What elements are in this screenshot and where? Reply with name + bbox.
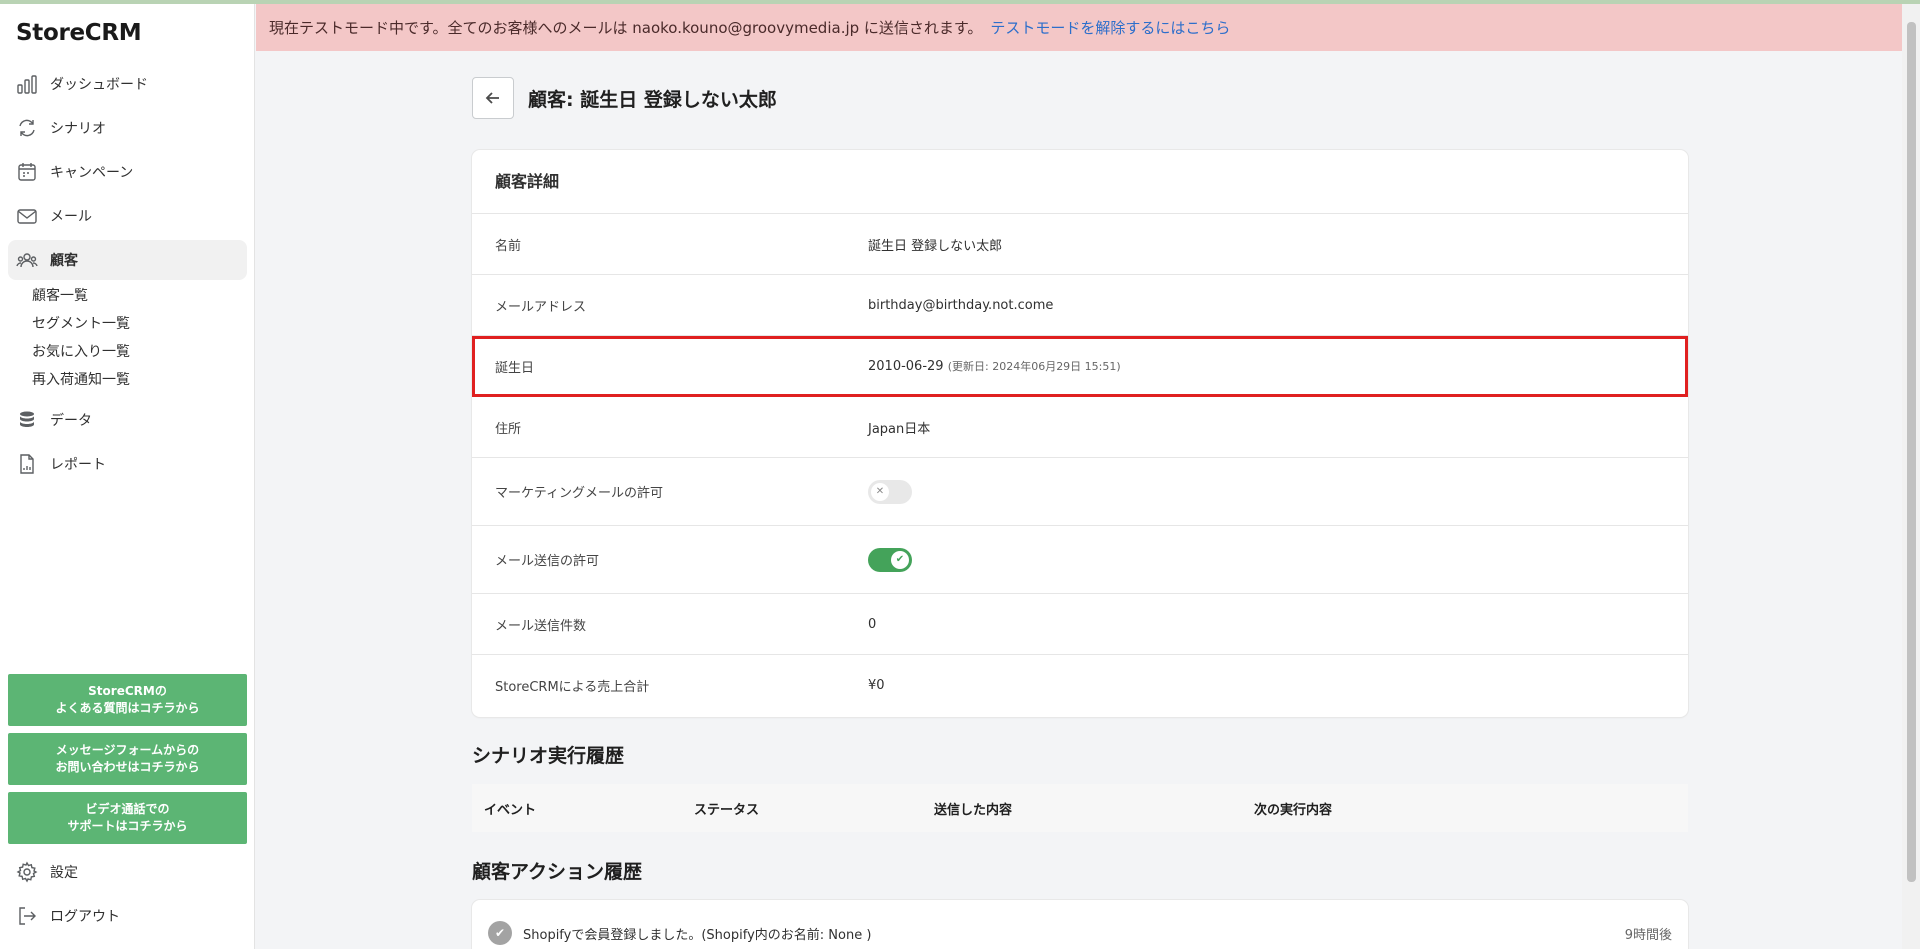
refresh-icon [19, 119, 35, 137]
card-title: 顧客詳細 [472, 150, 1688, 214]
support-buttons: StoreCRMの よくある質問はコチラから メッセージフォームからの お問い合… [8, 674, 247, 851]
action-time: 9時間後 [1624, 927, 1672, 943]
detail-label: 住所 [495, 421, 522, 437]
sidebar-item-label: ダッシュボード [50, 77, 148, 93]
sidebar-item-customers[interactable]: 顧客 [8, 240, 247, 280]
sidebar-item-label: 顧客 [50, 253, 78, 269]
sidebar-item-settings[interactable]: 設定 [8, 852, 247, 892]
detail-value: 誕生日 登録しない太郎 [868, 238, 1003, 254]
detail-value: 0 [868, 616, 877, 632]
detail-label: メールアドレス [495, 299, 587, 315]
sidebar-subitem-restock-list[interactable]: 再入荷通知一覧 [32, 366, 247, 394]
scenario-history-table-header: イベント ステータス 送信した内容 次の実行内容 [472, 784, 1688, 832]
faq-button[interactable]: StoreCRMの よくある質問はコチラから [8, 674, 247, 726]
sidebar-item-campaign[interactable]: キャンペーン [8, 152, 247, 192]
detail-label: メール送信件数 [495, 618, 587, 634]
action-history-title: 顧客アクション履歴 [472, 861, 643, 883]
check-circle-icon: ✔ [488, 921, 512, 945]
logout-icon [19, 907, 36, 925]
detail-label: マーケティングメールの許可 [495, 486, 663, 501]
detail-row-mail-consent: メール送信の許可 ✔ [472, 526, 1688, 594]
x-icon: ✕ [871, 482, 889, 501]
scrollbar-thumb[interactable] [1907, 22, 1916, 882]
test-mode-banner: 現在テストモード中です。全てのお客様へのメールは naoko.kouno@gro… [256, 4, 1902, 51]
detail-row-address: 住所 Japan日本 [472, 397, 1688, 458]
sidebar-item-mail[interactable]: メール [8, 196, 247, 236]
column-header-next-action: 次の実行内容 [1254, 802, 1333, 818]
detail-row-name: 名前 誕生日 登録しない太郎 [472, 214, 1688, 275]
sidebar-item-scenario[interactable]: シナリオ [8, 108, 247, 148]
detail-row-marketing-consent: マーケティングメールの許可 ✕ [472, 458, 1688, 526]
video-support-button[interactable]: ビデオ通話での サポートはコチラから [8, 792, 247, 844]
column-header-sent-content: 送信した内容 [934, 802, 1013, 818]
bottom-nav: 設定 ログアウト [8, 852, 247, 940]
contact-form-button[interactable]: メッセージフォームからの お問い合わせはコチラから [8, 733, 247, 785]
detail-row-sales-total: StoreCRMによる売上合計 ¥0 [472, 655, 1688, 716]
sidebar-item-label: キャンペーン [50, 165, 134, 181]
detail-label: メール送信の許可 [495, 554, 600, 569]
sidebar-item-label: レポート [50, 457, 106, 473]
mail-icon [17, 209, 37, 224]
birthday-updated-note: (更新日: 2024年06月29日 15:51) [947, 360, 1121, 373]
sidebar-item-dashboard[interactable]: ダッシュボード [8, 64, 247, 104]
detail-value: Japan日本 [868, 421, 931, 437]
sidebar-item-data[interactable]: データ [8, 400, 247, 440]
sidebar-item-label: メール [50, 209, 92, 225]
column-header-status: ステータス [694, 802, 760, 818]
sidebar-subitem-customer-list[interactable]: 顧客一覧 [32, 282, 247, 310]
sidebar-item-label: シナリオ [50, 121, 106, 137]
detail-row-email: メールアドレス birthday@birthday.not.come [472, 275, 1688, 336]
action-history-card: ✔ Shopifyで会員登録しました。(Shopify内のお名前: None )… [472, 900, 1688, 949]
detail-value-birthday: 2010-06-29 (更新日: 2024年06月29日 15:51) [868, 358, 1121, 374]
marketing-consent-toggle[interactable]: ✕ [868, 479, 912, 504]
sidebar-subitem-favorite-list[interactable]: お気に入り一覧 [32, 338, 247, 366]
page-title: 顧客: 誕生日 登録しない太郎 [528, 88, 777, 111]
calendar-icon [18, 163, 36, 181]
app-logo[interactable]: StoreCRM [16, 20, 142, 46]
mail-consent-toggle[interactable]: ✔ [868, 547, 912, 572]
scenario-history-title: シナリオ実行履歴 [472, 745, 625, 767]
action-text: Shopifyで会員登録しました。(Shopify内のお名前: None ) [523, 927, 872, 943]
sidebar-item-report[interactable]: レポート [8, 444, 247, 484]
sidebar-item-label: ログアウト [50, 909, 120, 925]
page-scrollbar[interactable] [1902, 4, 1920, 949]
database-icon [20, 411, 34, 427]
detail-label: 名前 [495, 238, 522, 254]
back-button[interactable] [472, 77, 514, 119]
bar-chart-icon [17, 75, 37, 94]
detail-label: 誕生日 [495, 360, 535, 376]
customers-subnav: 顧客一覧 セグメント一覧 お気に入り一覧 再入荷通知一覧 [8, 282, 247, 394]
check-icon: ✔ [891, 550, 909, 569]
arrow-left-icon [485, 92, 499, 104]
detail-value: birthday@birthday.not.come [868, 297, 1054, 313]
sidebar: StoreCRM ダッシュボード シナリオ キャンペーン メール 顧客 顧客一覧… [0, 4, 255, 949]
column-header-event: イベント [484, 802, 537, 818]
detail-value: ¥0 [868, 678, 885, 693]
detail-label: StoreCRMによる売上合計 [495, 680, 650, 695]
sidebar-item-logout[interactable]: ログアウト [8, 896, 247, 936]
detail-row-mail-count: メール送信件数 0 [472, 594, 1688, 655]
detail-row-birthday: 誕生日 2010-06-29 (更新日: 2024年06月29日 15:51) [472, 336, 1688, 397]
banner-text: 現在テストモード中です。全てのお客様へのメールは naoko.kouno@gro… [269, 19, 983, 37]
page-header: 顧客: 誕生日 登録しない太郎 [472, 77, 777, 119]
birthday-value: 2010-06-29 [868, 359, 944, 374]
sidebar-subitem-segment-list[interactable]: セグメント一覧 [32, 310, 247, 338]
sidebar-item-label: 設定 [50, 865, 78, 881]
customer-details-card: 顧客詳細 名前 誕生日 登録しない太郎 メールアドレス birthday@bir… [472, 150, 1688, 717]
people-icon [16, 253, 38, 268]
main-nav: ダッシュボード シナリオ キャンペーン メール 顧客 顧客一覧 セグメント一覧 … [8, 64, 247, 488]
report-icon [20, 454, 34, 474]
list-item: ✔ Shopifyで会員登録しました。(Shopify内のお名前: None )… [472, 918, 1688, 948]
sidebar-item-label: データ [50, 413, 92, 429]
disable-test-mode-link[interactable]: テストモードを解除するにはこちら [990, 17, 1230, 38]
gear-icon [16, 861, 38, 883]
